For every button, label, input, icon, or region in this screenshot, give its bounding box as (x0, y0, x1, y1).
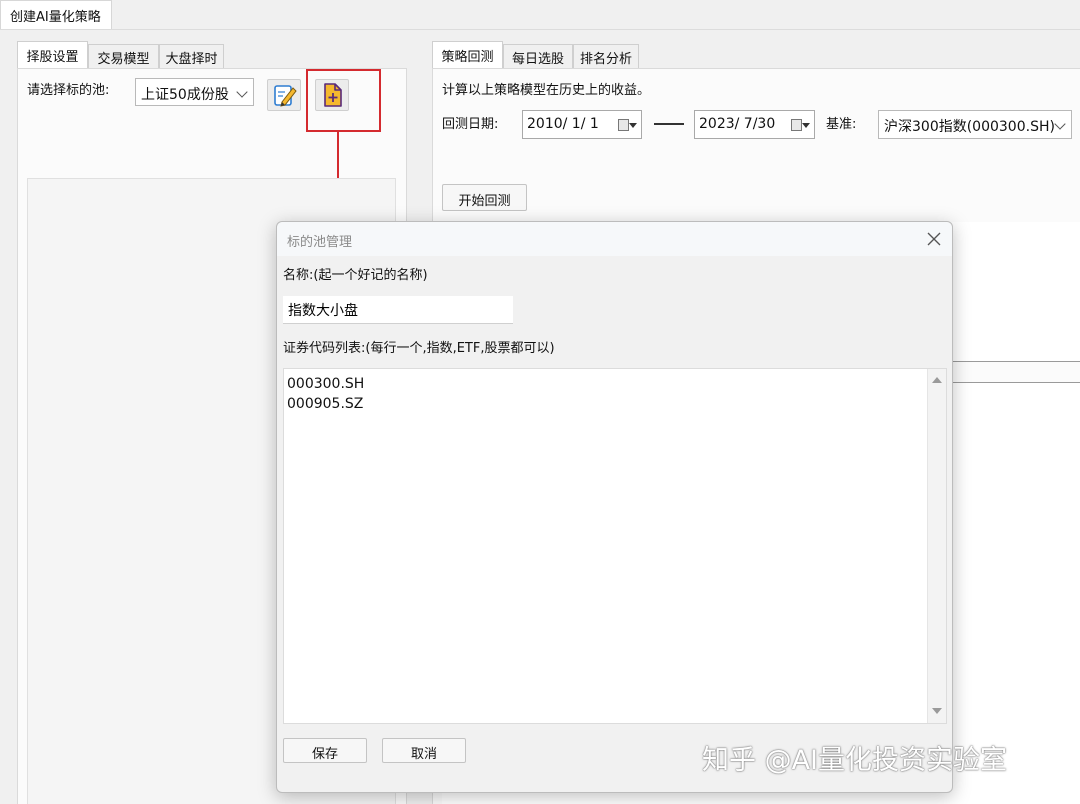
pool-select[interactable]: 上证50成份股 (135, 78, 254, 106)
date-label: 回测日期: (442, 117, 499, 132)
tab-label: 策略回测 (441, 50, 494, 65)
save-button[interactable]: 保存 (283, 738, 367, 763)
window-tab-title[interactable]: 创建AI量化策略 (0, 0, 112, 29)
benchmark-select-value: 沪深300指数(000300.SH) (884, 119, 1055, 135)
tab-backtest[interactable]: 策略回测 (432, 41, 503, 68)
tab-label: 每日选股 (511, 52, 564, 67)
watermark-text: 知乎 @AI量化投资实验室 (702, 745, 1008, 776)
tab-market-timing[interactable]: 大盘择时 (159, 44, 224, 68)
codes-scrollbar[interactable] (927, 369, 946, 723)
start-backtest-label: 开始回测 (458, 194, 511, 209)
chevron-down-icon (236, 86, 248, 98)
dialog-title-bar[interactable] (277, 222, 952, 256)
pool-label: 请选择标的池: (27, 83, 110, 98)
start-date-value: 2010/ 1/ 1 (527, 116, 599, 132)
window-tab-label: 创建AI量化策略 (10, 10, 101, 25)
tab-daily-pick[interactable]: 每日选股 (503, 44, 573, 68)
calendar-icon (618, 119, 629, 131)
tab-ranking-analysis[interactable]: 排名分析 (573, 44, 639, 68)
window-tab-divider (0, 29, 1080, 30)
scroll-up-icon[interactable] (932, 377, 942, 383)
pool-select-value: 上证50成份股 (141, 87, 229, 103)
code-line: 000300.SH (287, 376, 365, 392)
tab-label: 大盘择时 (165, 52, 218, 67)
cancel-button[interactable]: 取消 (382, 738, 466, 763)
chevron-down-icon (1054, 118, 1066, 130)
scroll-down-icon[interactable] (932, 708, 942, 714)
calendar-icon (791, 119, 802, 131)
tab-stock-selection[interactable]: 择股设置 (17, 41, 88, 68)
name-label: 名称:(起一个好记的名称) (283, 268, 428, 283)
close-icon[interactable] (927, 232, 941, 246)
codes-list: 000300.SH 000905.SZ (287, 374, 364, 414)
dropdown-arrow-icon (802, 123, 810, 128)
dialog-title: 标的池管理 (287, 235, 353, 250)
highlight-box (306, 69, 381, 132)
pool-manager-dialog: 标的池管理 名称:(起一个好记的名称) 证券代码列表:(每行一个,指数,ETF,… (276, 221, 953, 793)
tab-label: 交易模型 (97, 52, 150, 67)
backtest-description: 计算以上策略模型在历史上的收益。 (442, 83, 651, 98)
end-date-value: 2023/ 7/30 (699, 116, 776, 132)
tab-label: 择股设置 (26, 50, 79, 65)
edit-pool-button[interactable] (267, 79, 301, 111)
dropdown-arrow-icon (629, 123, 637, 128)
tab-label: 排名分析 (579, 52, 632, 67)
start-backtest-button[interactable]: 开始回测 (442, 184, 527, 211)
codes-textarea[interactable]: 000300.SH 000905.SZ (283, 368, 947, 724)
codes-label: 证券代码列表:(每行一个,指数,ETF,股票都可以) (283, 341, 555, 356)
pencil-icon (274, 85, 297, 107)
benchmark-label: 基准: (826, 117, 857, 132)
save-button-label: 保存 (311, 747, 338, 762)
cancel-button-label: 取消 (410, 747, 437, 762)
start-date-picker[interactable]: 2010/ 1/ 1 (522, 110, 642, 139)
benchmark-select[interactable]: 沪深300指数(000300.SH) (878, 110, 1072, 139)
name-input[interactable] (283, 296, 513, 324)
date-range-separator (654, 123, 684, 125)
code-line: 000905.SZ (287, 396, 364, 412)
end-date-picker[interactable]: 2023/ 7/30 (694, 110, 815, 139)
tab-trade-model[interactable]: 交易模型 (88, 44, 159, 68)
